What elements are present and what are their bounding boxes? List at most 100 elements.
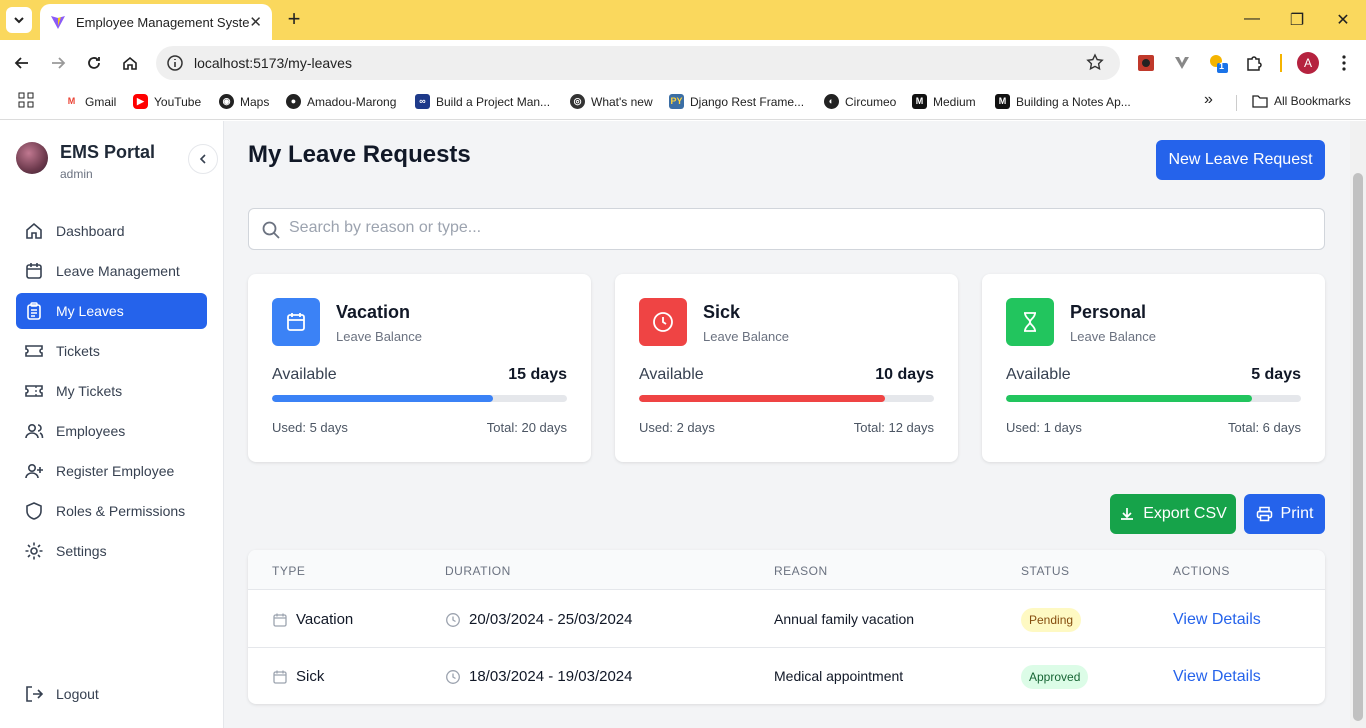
restore-icon[interactable]: ❐ [1287, 10, 1307, 30]
arrow-right-icon [52, 57, 66, 69]
apps-grid-icon[interactable] [18, 92, 34, 108]
sidebar-item-my-leaves[interactable]: My Leaves [16, 293, 207, 329]
new-tab-button[interactable]: + [282, 8, 306, 32]
maps-icon: ◉ [219, 94, 234, 109]
all-bookmarks[interactable]: All Bookmarks [1252, 94, 1351, 108]
bookmark-project[interactable]: ∞ Build a Project Man... [415, 94, 550, 109]
sidebar-item-label: Register Employee [56, 463, 175, 479]
scrollbar-thumb[interactable] [1353, 173, 1363, 721]
sidebar-item-leave-management[interactable]: Leave Management [16, 253, 207, 289]
tab-title: Employee Management System [76, 14, 250, 30]
table-row: Vacation 20/03/2024 - 25/03/2024 Annual … [248, 591, 1325, 648]
search-input[interactable] [289, 219, 1289, 237]
logout-button[interactable]: Logout [16, 676, 207, 712]
sidebar-item-label: Settings [56, 543, 107, 559]
collapse-sidebar-button[interactable] [188, 144, 218, 174]
new-leave-request-button[interactable]: New Leave Request [1156, 140, 1325, 180]
avatar [16, 142, 48, 174]
bookmark-gmail[interactable]: M Gmail [64, 94, 116, 109]
sidebar-item-tickets[interactable]: Tickets [16, 333, 207, 369]
browser-tab[interactable]: Employee Management System ✕ [40, 4, 272, 40]
available-value: 5 days [1251, 366, 1301, 383]
tab-search-button[interactable] [6, 7, 32, 33]
sidebar-item-dashboard[interactable]: Dashboard [16, 213, 207, 249]
address-bar[interactable]: localhost:5173/my-leaves [156, 46, 1120, 80]
bookmark-star-icon[interactable] [1086, 53, 1104, 71]
more-bookmarks-icon[interactable]: » [1204, 91, 1213, 109]
back-button[interactable] [11, 52, 33, 74]
bookmark-label: YouTube [154, 94, 202, 109]
close-window-icon[interactable]: ✕ [1333, 10, 1353, 30]
sidebar-item-label: My Tickets [56, 383, 123, 399]
home-button[interactable] [119, 52, 141, 74]
forward-button[interactable] [47, 52, 69, 74]
bookmark-github[interactable]: ● Amadou-Marong [286, 94, 396, 109]
sidebar-item-settings[interactable]: Settings [16, 533, 207, 569]
bookmark-youtube[interactable]: ▶ YouTube [133, 94, 201, 109]
view-details-link[interactable]: View Details [1173, 611, 1261, 629]
logout-icon [26, 686, 44, 702]
user-role: admin [60, 167, 93, 181]
sidebar-item-employees[interactable]: Employees [16, 413, 207, 449]
sidebar-item-roles-permissions[interactable]: Roles & Permissions [16, 493, 207, 529]
extension-v-icon[interactable] [1171, 52, 1193, 74]
circumeo-icon: ◐ [824, 94, 839, 109]
bookmark-circumeo[interactable]: ◐ Circumeo [824, 94, 896, 109]
grid-graphic [18, 92, 34, 108]
medium-icon: M [995, 94, 1010, 109]
type-cell: Sick [272, 668, 324, 685]
card-subtitle: Leave Balance [1070, 329, 1157, 344]
browser-tab-strip: Employee Management System ✕ + — ❐ ✕ [0, 0, 1366, 40]
card-title: Vacation [336, 302, 411, 322]
calendar-icon [272, 298, 320, 346]
brand-name: EMS Portal [60, 142, 156, 162]
gmail-icon: M [64, 94, 79, 109]
extension-weather-graphic [1210, 55, 1228, 73]
available-label: Available [1006, 366, 1071, 383]
profile-avatar[interactable]: A [1297, 52, 1319, 74]
all-bookmarks-label: All Bookmarks [1274, 94, 1351, 108]
close-tab-icon[interactable]: ✕ [249, 13, 262, 31]
bookmark-notes[interactable]: M Building a Notes Ap... [995, 94, 1131, 109]
page-scrollbar[interactable] [1350, 121, 1366, 728]
arrow-left-icon [14, 57, 28, 69]
extensions-puzzle-icon[interactable] [1243, 52, 1265, 74]
infinity-icon: ∞ [415, 94, 430, 109]
minimize-icon[interactable]: — [1242, 10, 1262, 28]
table-header: TYPE DURATION REASON STATUS ACTIONS [248, 550, 1325, 590]
chevron-left-icon [199, 154, 206, 164]
site-info-icon[interactable] [166, 54, 184, 72]
extension-ladybug-icon[interactable] [1135, 52, 1157, 74]
column-header-reason: REASON [774, 564, 828, 578]
bookmark-django[interactable]: PY Django Rest Frame... [669, 94, 804, 109]
duration-value: 20/03/2024 - 25/03/2024 [469, 611, 633, 628]
sidebar-item-label: Roles & Permissions [56, 503, 186, 519]
sidebar-item-my-tickets[interactable]: My Tickets [16, 373, 207, 409]
search-icon [262, 221, 280, 239]
sidebar-item-register-employee[interactable]: Register Employee [16, 453, 207, 489]
sidebar-item-label: Employees [56, 423, 126, 439]
bookmark-maps[interactable]: ◉ Maps [219, 94, 269, 109]
card-title: Personal [1070, 302, 1147, 322]
used-days: Used: 2 days [639, 420, 715, 435]
user-plus-icon [25, 463, 43, 479]
column-header-duration: DURATION [445, 564, 511, 578]
browser-toolbar: localhost:5173/my-leaves 1 A [0, 40, 1366, 86]
column-header-actions: ACTIONS [1173, 564, 1230, 578]
puzzle-graphic [1247, 56, 1262, 71]
extension-badge: 1 [1219, 61, 1225, 71]
view-details-link[interactable]: View Details [1173, 668, 1261, 686]
gear-icon [25, 542, 43, 560]
bookmark-whats-new[interactable]: ◎ What's new [570, 94, 653, 109]
ticket-icon [25, 345, 43, 357]
users-icon [25, 423, 44, 439]
browser-menu-icon[interactable] [1333, 52, 1355, 74]
export-csv-button[interactable]: Export CSV [1110, 494, 1236, 534]
reload-button[interactable] [83, 52, 105, 74]
type-value: Sick [296, 668, 325, 685]
search-field[interactable] [248, 208, 1325, 250]
github-icon: ● [286, 94, 301, 109]
extension-weather-icon[interactable]: 1 [1207, 52, 1229, 74]
bookmark-medium[interactable]: M Medium [912, 94, 976, 109]
print-button[interactable]: Print [1244, 494, 1325, 534]
